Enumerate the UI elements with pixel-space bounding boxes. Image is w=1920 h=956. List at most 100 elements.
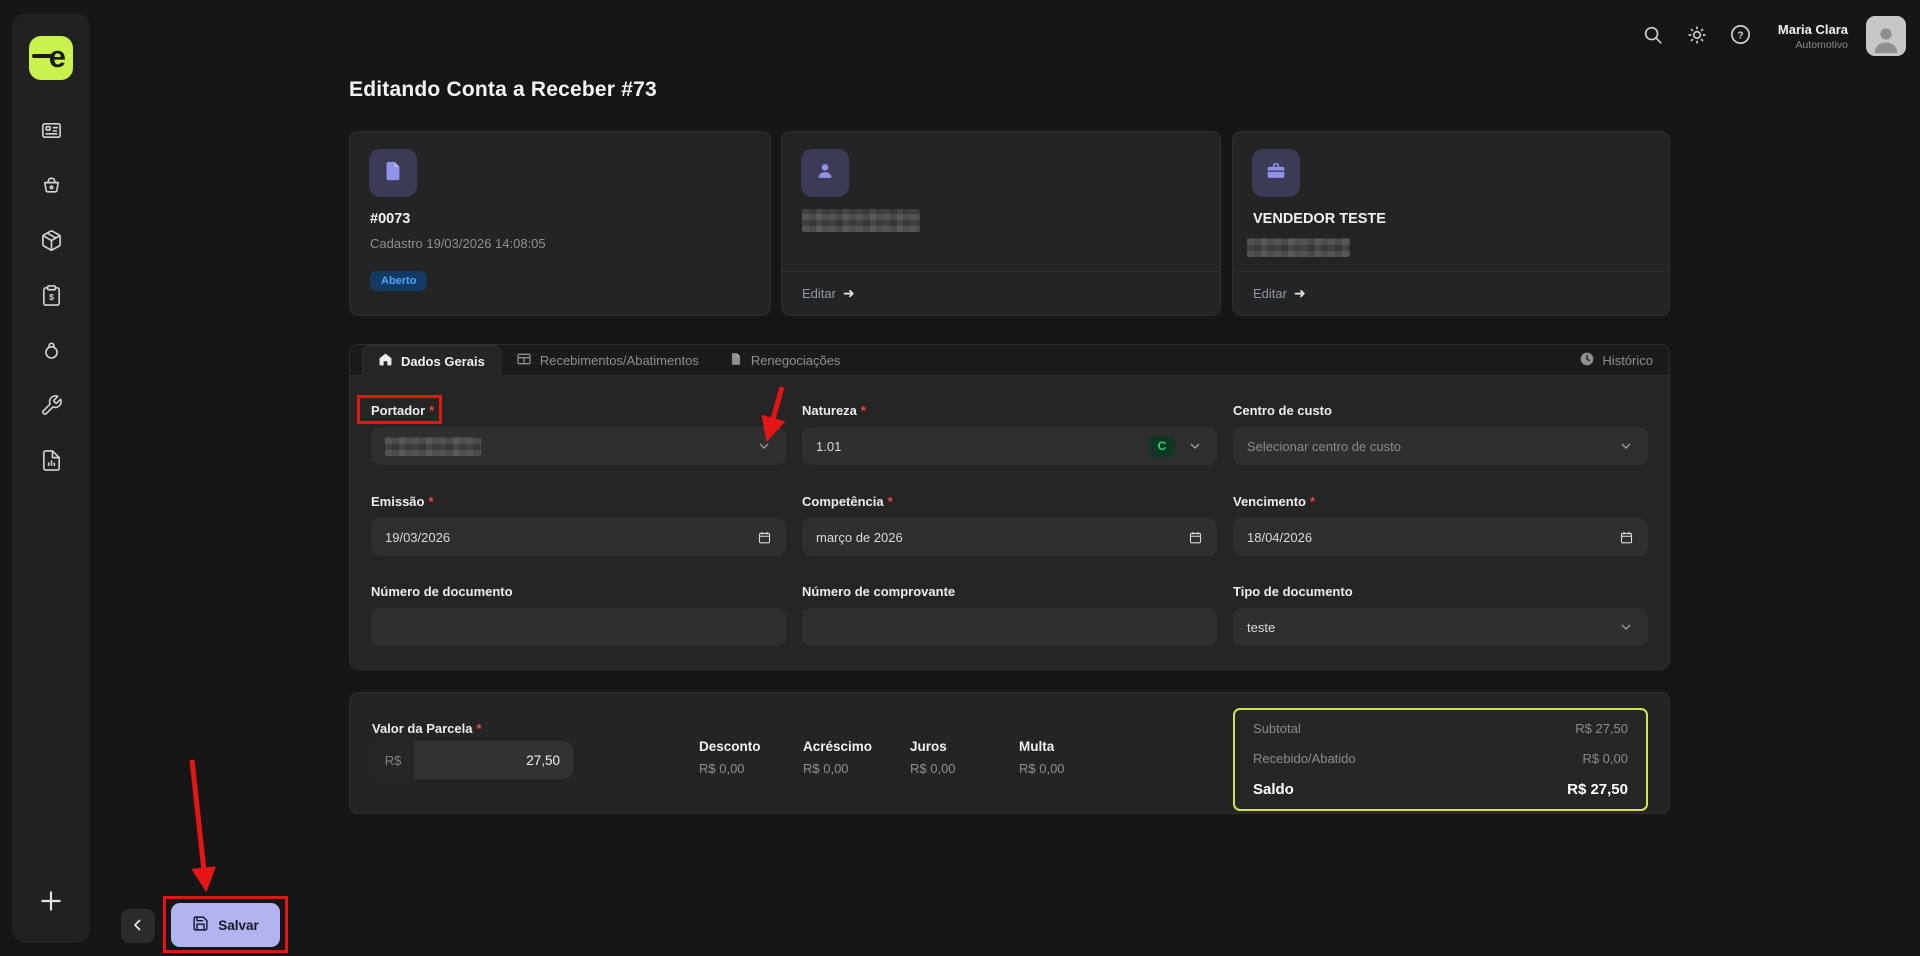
file-icon <box>382 160 404 187</box>
document-number: #0073 <box>370 211 410 227</box>
svg-text:$: $ <box>49 292 54 302</box>
briefcase-icon <box>1265 160 1287 187</box>
portador-select[interactable] <box>371 427 786 465</box>
tab-dados-gerais[interactable]: Dados Gerais <box>362 345 501 376</box>
theme-toggle-button[interactable] <box>1684 23 1710 49</box>
received-row: Recebido/AbatidoR$ 0,00 <box>1253 751 1628 766</box>
fee-acrescimo: Acréscimo R$ 0,00 <box>803 739 872 776</box>
fee-value: R$ 0,00 <box>699 761 761 776</box>
edit-label: Editar <box>1253 286 1287 301</box>
natureza-value: 1.01 <box>816 439 841 454</box>
sidebar-item-billing[interactable]: $ <box>39 285 63 309</box>
tab-renegociacoes[interactable]: Renegociações <box>714 345 856 375</box>
help-icon: ? <box>1729 23 1752 49</box>
wrench-icon <box>40 394 63 420</box>
fee-label: Acréscimo <box>803 739 872 754</box>
user-role: Automotivo <box>1778 39 1848 51</box>
file-icon <box>729 352 743 369</box>
numero-comprovante-input[interactable] <box>802 608 1217 646</box>
search-icon <box>1642 24 1664 49</box>
sidebar-item-tools[interactable] <box>39 395 63 419</box>
sidebar-item-sales[interactable] <box>39 175 63 199</box>
search-button[interactable] <box>1640 23 1666 49</box>
save-button[interactable]: Salvar <box>171 903 280 947</box>
field-emissao: Emissão* 19/03/2026 <box>371 493 786 556</box>
user-info[interactable]: Maria Clara Automotivo <box>1778 22 1848 51</box>
dados-gerais-form: Portador* Natureza* 1.01 C <box>350 376 1669 669</box>
seller-card: VENDEDOR TESTE Editar ➜ <box>1232 131 1670 316</box>
calendar-icon <box>757 530 772 545</box>
chevron-left-icon <box>129 916 147 937</box>
sidebar-item-contacts[interactable] <box>39 120 63 144</box>
tab-recebimentos[interactable]: Recebimentos/Abatimentos <box>501 345 714 375</box>
vencimento-date-input[interactable]: 18/04/2026 <box>1233 518 1648 556</box>
fee-label: Juros <box>910 739 956 754</box>
sun-icon <box>1686 24 1708 49</box>
fee-label: Multa <box>1019 739 1065 754</box>
arrow-right-icon: ➜ <box>843 285 855 302</box>
seller-name: VENDEDOR TESTE <box>1253 211 1386 227</box>
fee-desconto: Desconto R$ 0,00 <box>699 739 761 776</box>
sidebar-item-reports[interactable] <box>39 450 63 474</box>
person-icon <box>814 160 836 187</box>
fee-value: R$ 0,00 <box>1019 761 1065 776</box>
redacted-portador-value <box>385 437 481 456</box>
field-vencimento: Vencimento* 18/04/2026 <box>1233 493 1648 556</box>
natureza-label: Natureza* <box>802 402 1217 418</box>
sidebar-add-button[interactable] <box>36 887 66 917</box>
tipo-documento-select[interactable]: teste <box>1233 608 1648 646</box>
clock-icon <box>1579 351 1595 370</box>
redacted-seller-info <box>1247 238 1350 257</box>
competencia-date-input[interactable]: março de 2026 <box>802 518 1217 556</box>
document-registered: Cadastro 19/03/2026 14:08:05 <box>370 236 546 251</box>
client-icon-tile <box>801 149 849 197</box>
annotation-arrow-save <box>180 752 235 902</box>
competencia-value: março de 2026 <box>816 530 903 545</box>
floppy-disk-icon <box>192 915 209 935</box>
fee-multa: Multa R$ 0,00 <box>1019 739 1065 776</box>
subtotal-row: SubtotalR$ 27,50 <box>1253 721 1628 736</box>
help-button[interactable]: ? <box>1728 23 1754 49</box>
app-logo[interactable]: e <box>29 36 73 80</box>
status-badge: Aberto <box>370 271 427 291</box>
emissao-label: Emissão* <box>371 493 786 509</box>
centro-custo-select[interactable]: Selecionar centro de custo <box>1233 427 1648 465</box>
calendar-icon <box>1188 530 1203 545</box>
currency-prefix: R$ <box>372 741 414 779</box>
field-competencia: Competência* março de 2026 <box>802 493 1217 556</box>
redacted-client-name <box>802 209 920 232</box>
app-screen: e $ <box>0 0 1920 956</box>
sidebar-item-finance[interactable] <box>39 340 63 364</box>
seller-icon-tile <box>1252 149 1300 197</box>
tipo-documento-value: teste <box>1247 620 1275 635</box>
tab-label: Recebimentos/Abatimentos <box>540 353 699 368</box>
details-panel: Dados Gerais Recebimentos/Abatimentos Re… <box>349 344 1670 670</box>
svg-text:?: ? <box>1738 29 1744 41</box>
centro-custo-label: Centro de custo <box>1233 402 1648 418</box>
home-icon <box>378 352 393 370</box>
field-portador: Portador* <box>371 402 786 465</box>
field-centro-custo: Centro de custo Selecionar centro de cus… <box>1233 402 1648 465</box>
avatar[interactable] <box>1866 16 1906 56</box>
numero-documento-label: Número de documento <box>371 583 786 599</box>
valor-parcela-input[interactable]: R$ 27,50 <box>372 741 573 779</box>
plus-icon <box>38 902 64 917</box>
table-grid-icon <box>516 351 532 370</box>
vencimento-label: Vencimento* <box>1233 493 1648 509</box>
tab-label: Renegociações <box>751 353 841 368</box>
fee-label: Desconto <box>699 739 761 754</box>
natureza-select[interactable]: 1.01 C <box>802 427 1217 465</box>
numero-documento-input[interactable] <box>371 608 786 646</box>
history-button[interactable]: Histórico <box>1579 345 1653 375</box>
history-label: Histórico <box>1602 353 1653 368</box>
back-button[interactable] <box>121 909 155 943</box>
credit-badge: C <box>1149 436 1175 457</box>
seller-edit-button[interactable]: Editar ➜ <box>1233 271 1669 315</box>
sidebar-item-products[interactable] <box>39 230 63 254</box>
emissao-date-input[interactable]: 19/03/2026 <box>371 518 786 556</box>
chevron-down-icon <box>1618 438 1634 454</box>
chevron-down-icon <box>1187 438 1203 454</box>
client-edit-button[interactable]: Editar ➜ <box>782 271 1220 315</box>
tab-bar: Dados Gerais Recebimentos/Abatimentos Re… <box>350 345 1669 376</box>
sidebar-nav: $ <box>39 120 63 474</box>
